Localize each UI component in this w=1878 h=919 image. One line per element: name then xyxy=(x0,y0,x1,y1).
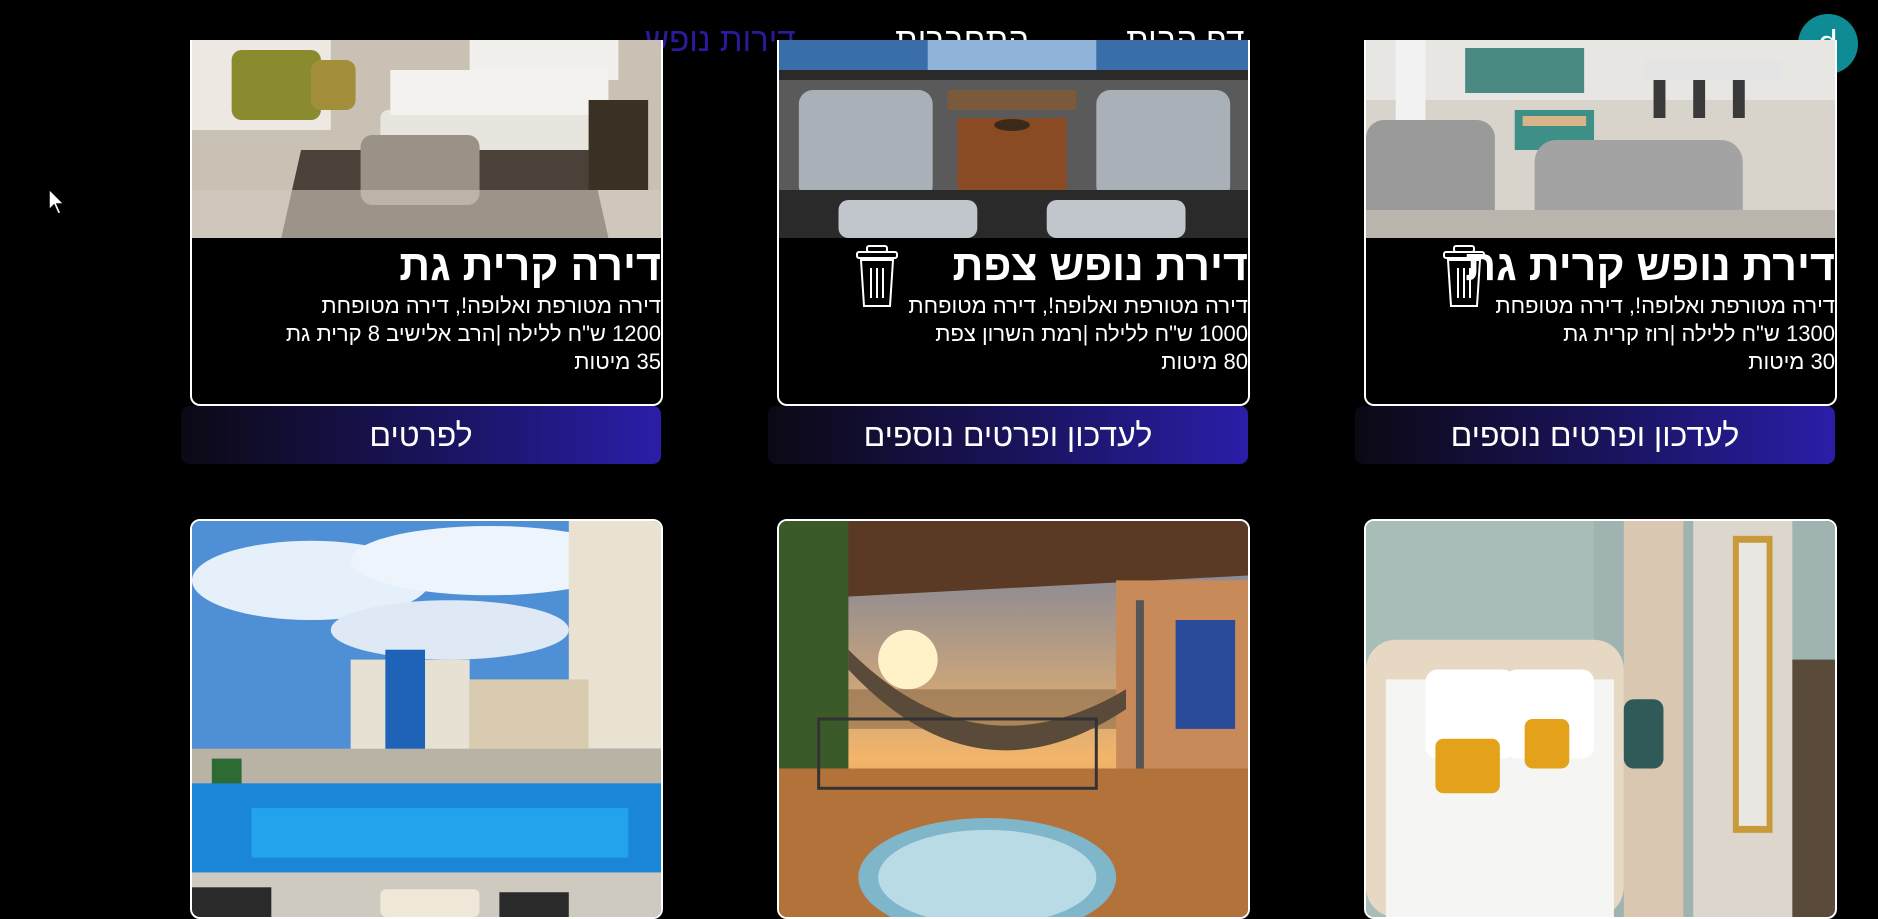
apartment-description: דירה מטורפת ואלופה!, דירה מטופחת 1300 ש"… xyxy=(1495,292,1835,376)
apartment-title: דירת נופש קרית גת xyxy=(1465,242,1835,290)
trash-icon[interactable] xyxy=(1442,244,1486,310)
apartment-card: דירת נופש צפת דירה מטורפת ואלופה!, דירה … xyxy=(777,40,1250,406)
description-line: דירה מטורפת ואלופה!, דירה מטופחת xyxy=(1495,293,1835,318)
price-address-line: 1000 ש"ח ללילה |רמת השרון צפת xyxy=(935,321,1248,346)
apartment-photo[interactable] xyxy=(192,40,661,238)
apartment-description: דירה מטורפת ואלופה!, דירה מטופחת 1000 ש"… xyxy=(908,292,1248,376)
trash-icon[interactable] xyxy=(855,244,899,310)
update-details-button[interactable]: לעדכון ופרטים נוספים xyxy=(1355,406,1835,464)
apartment-photo[interactable] xyxy=(779,40,1248,238)
mouse-pointer-icon xyxy=(48,188,66,215)
apartment-card xyxy=(1364,519,1837,919)
apartment-title: דירה קרית גת xyxy=(399,242,661,290)
apartment-card xyxy=(777,519,1250,919)
beds-line: 35 מיטות xyxy=(574,349,661,374)
apartment-card: דירת נופש קרית גת דירה מטורפת ואלופה!, ד… xyxy=(1364,40,1837,406)
apartment-photo[interactable] xyxy=(1366,521,1835,917)
apartment-photo[interactable] xyxy=(192,521,661,917)
nav-vacation-apartments[interactable]: דירות נופש xyxy=(645,18,796,62)
apartment-photo[interactable] xyxy=(1366,40,1835,238)
description-line: דירה מטורפת ואלופה!, דירה מטופחת xyxy=(908,293,1248,318)
description-line: דירה מטורפת ואלופה!, דירה מטופחת xyxy=(321,293,661,318)
beds-line: 80 מיטות xyxy=(1161,349,1248,374)
apartment-card: דירה קרית גת דירה מטורפת ואלופה!, דירה מ… xyxy=(190,40,663,406)
apartment-description: דירה מטורפת ואלופה!, דירה מטופחת 1200 ש"… xyxy=(286,292,661,376)
apartment-title: דירת נופש צפת xyxy=(952,242,1249,290)
apartment-card xyxy=(190,519,663,919)
apartment-photo[interactable] xyxy=(779,521,1248,917)
price-address-line: 1200 ש"ח ללילה |הרב אלישיב 8 קרית גת xyxy=(285,321,661,346)
price-address-line: 1300 ש"ח ללילה |רוז קרית גת xyxy=(1563,321,1835,346)
details-button[interactable]: לפרטים xyxy=(181,406,661,464)
beds-line: 30 מיטות xyxy=(1748,349,1835,374)
update-details-button[interactable]: לעדכון ופרטים נוספים xyxy=(768,406,1248,464)
